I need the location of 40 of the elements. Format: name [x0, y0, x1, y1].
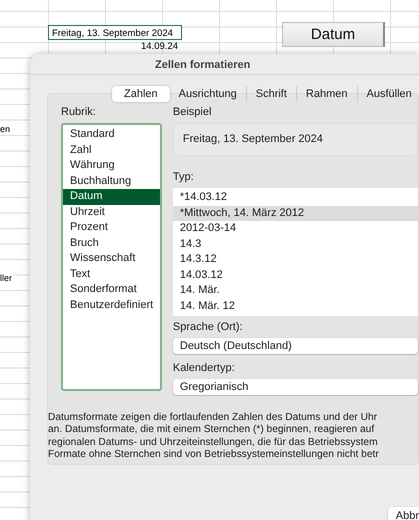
type-item[interactable]: 2012-03-14 — [172, 221, 418, 236]
category-item[interactable]: Zahl — [63, 142, 160, 158]
category-item[interactable]: Währung — [63, 158, 160, 174]
sample-preview: Freitag, 13. September 2024 — [172, 123, 418, 156]
locale-label: Sprache (Ort): — [172, 322, 244, 333]
category-item[interactable]: Uhrzeit — [63, 204, 160, 220]
calendar-label: Kalendertyp: — [172, 363, 236, 374]
tab[interactable]: Ausrichtung — [170, 86, 246, 102]
description-text: an. Datumsformate, die mit einem Sternchen (*) beginnen, reagieren auf — [48, 424, 376, 437]
type-item[interactable]: *14.03.12 — [172, 190, 418, 206]
type-item[interactable]: 14. Mär. — [172, 283, 418, 298]
sample-label: Beispiel — [172, 107, 212, 118]
dialog-title: Zellen formatieren — [30, 54, 419, 75]
category-label: Rubrik: — [61, 107, 97, 118]
calendar-dropdown[interactable]: Gregorianisch — [172, 379, 418, 395]
category-item[interactable]: Buchhaltung — [63, 174, 160, 189]
type-item[interactable]: 14.3.12 — [172, 252, 418, 268]
type-item[interactable]: 14.3 — [172, 236, 418, 252]
spreadsheet-cell-text: 14.09.24 — [140, 40, 179, 52]
type-item[interactable]: 14.03.12 — [172, 268, 418, 283]
description-text: Datumsformate zeigen die fortlaufenden Zahlen des Datums und der Uhr — [48, 412, 378, 424]
type-label: Typ: — [172, 172, 195, 183]
tab[interactable]: Zahlen — [112, 86, 170, 102]
category-item[interactable]: Benutzerdefiniert — [63, 298, 160, 313]
category-item[interactable]: Sonderformat — [63, 282, 160, 298]
category-item[interactable]: Standard — [63, 127, 160, 142]
cell-text: ller — [0, 273, 14, 283]
cancel-button[interactable]: Abbr — [388, 507, 419, 520]
description-text: regionalen Datums- und Uhrzeiteinstellungen, die für das Betriebssystem — [48, 436, 379, 449]
category-item[interactable]: Bruch — [63, 236, 160, 251]
datum-button[interactable]: Datum — [282, 22, 385, 47]
type-item[interactable]: 14. Mär. 12 — [172, 298, 418, 314]
category-item[interactable]: Datum — [63, 189, 160, 204]
locale-dropdown[interactable]: Deutsch (Deutschland) — [172, 338, 418, 354]
category-item[interactable]: Text — [63, 266, 160, 282]
spreadsheet-cell: Freitag, 13. September 2024 — [48, 25, 182, 40]
description-text: Formate ohne Sternchen sind von Betriebssystemeinstellungen nicht betr — [48, 448, 380, 462]
category-item[interactable]: Prozent — [63, 220, 160, 236]
category-item[interactable]: Wissenschaft — [63, 251, 160, 266]
type-item[interactable]: *Mittwoch, 14. März 2012 — [172, 206, 418, 221]
